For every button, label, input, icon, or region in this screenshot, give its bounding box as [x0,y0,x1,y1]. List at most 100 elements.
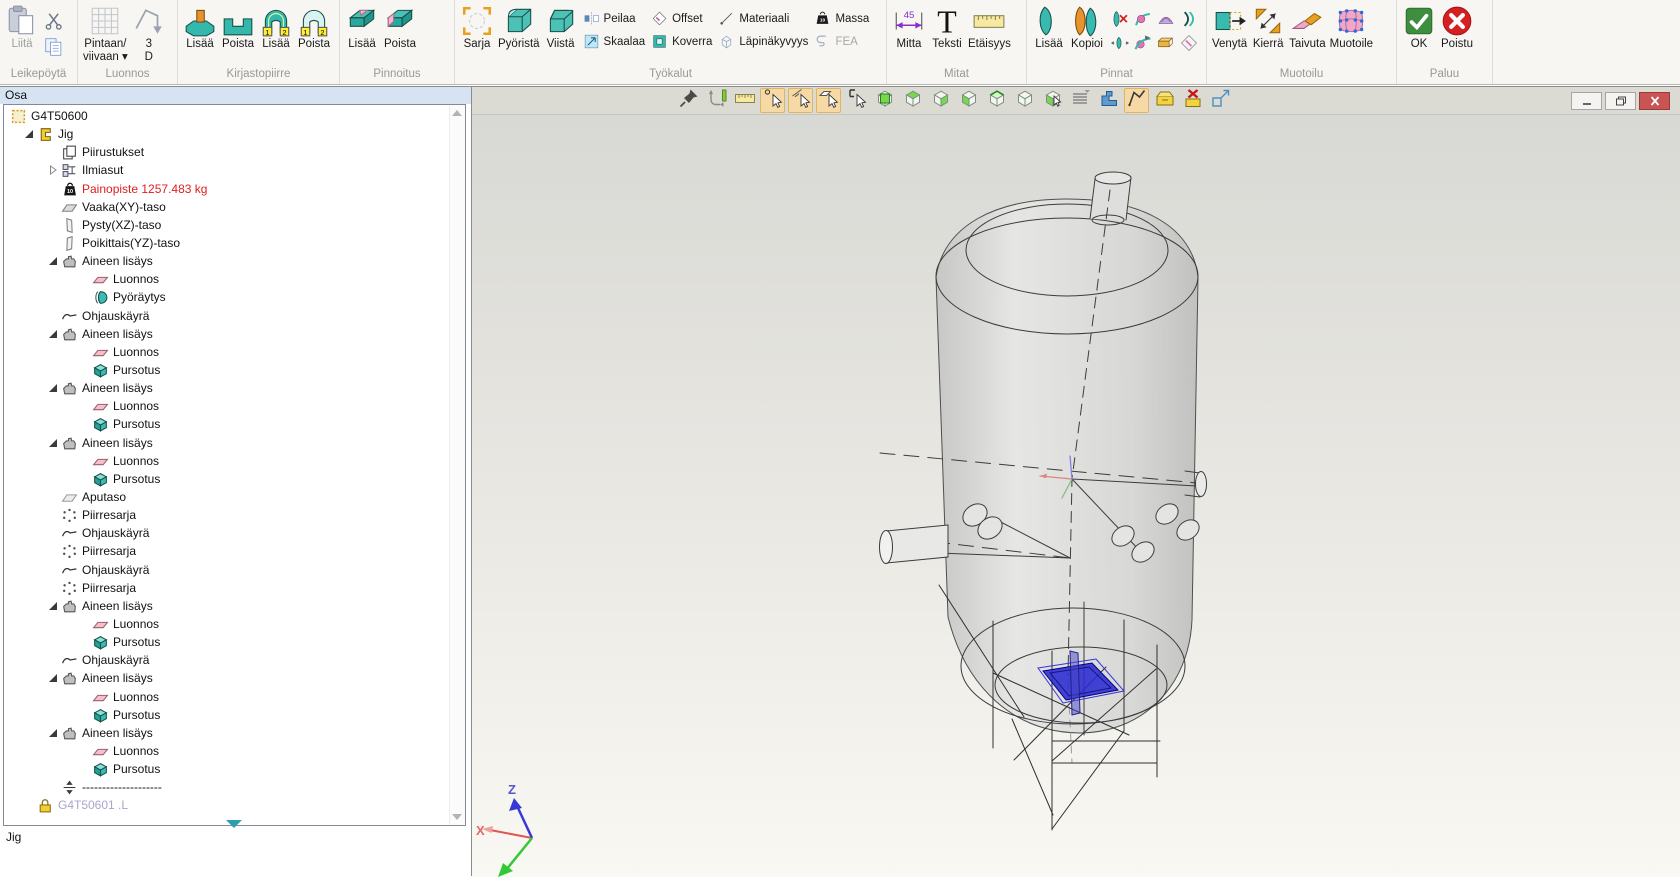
tree-item[interactable]: -------------------- [4,778,449,796]
cube-left-button[interactable] [956,88,981,113]
expander-icon[interactable] [48,328,61,339]
shell-button[interactable]: Koverra [651,32,712,51]
surface-next-button[interactable] [1179,9,1199,29]
pick-edge-button[interactable] [844,88,869,113]
series-button[interactable]: Sarja [458,3,496,52]
coat-add-button[interactable]: Lisää [343,3,381,52]
tree-item[interactable]: Ohjauskäyrä [4,524,449,542]
tree-item[interactable]: Ohjauskäyrä [4,651,449,669]
tree-item[interactable]: Vaaka(XY)-taso [4,198,449,216]
expander-icon[interactable] [48,437,61,448]
lib-add-button[interactable]: Lisää [181,3,219,52]
tree-item[interactable]: Aineen lisäys [4,724,449,742]
dimension-button[interactable]: 45Mitta [890,3,928,52]
surface-add-button[interactable]: Lisää [1030,3,1068,52]
tree-item[interactable]: Aineen lisäys [4,252,449,270]
tree-item[interactable]: Pursotus [4,706,449,724]
tree-item[interactable]: Poikittais(YZ)-taso [4,234,449,252]
tree-scrollbar[interactable] [449,105,465,825]
tree-item[interactable]: Ohjauskäyrä [4,561,449,579]
surface-fillet-button[interactable] [1133,9,1153,29]
nozzle-left-stub[interactable] [880,525,949,564]
tree-item[interactable]: Pursotus [4,415,449,433]
drag-axes-button[interactable] [704,88,729,113]
tree-item[interactable]: Piirresarja [4,506,449,524]
tree-item[interactable]: Aineen lisäys [4,379,449,397]
delete-box-button[interactable] [1180,88,1205,113]
coat-remove-button[interactable]: Poista [381,3,419,52]
3d-scene[interactable]: X Z [472,115,1680,877]
stretch-button[interactable]: Venytä [1210,3,1249,52]
top-nozzle[interactable] [1090,172,1131,225]
cube-back-button[interactable] [984,88,1009,113]
tree-item[interactable]: Pursotus [4,633,449,651]
deform-button[interactable]: Muotoile [1328,3,1375,52]
surface-erase-button[interactable] [1179,33,1199,53]
ok-check-button[interactable]: OK [1400,3,1438,52]
fillet-round-button[interactable]: Pyöristä [496,3,542,52]
expander-icon[interactable] [48,727,61,738]
tree-item[interactable]: Aputaso [4,488,449,506]
expander-icon[interactable] [24,129,37,140]
chamfer-button[interactable]: Viistä [542,3,580,52]
material-button[interactable]: Materiaali [718,9,808,28]
tree-item[interactable]: G4T50601 .L [4,796,449,814]
tree-item[interactable]: Aineen lisäys [4,325,449,343]
text-button[interactable]: TTeksti [928,3,966,52]
measure-ruler-button[interactable] [732,88,757,113]
tree-item[interactable]: Luonnos [4,270,449,288]
tree-item[interactable]: Ilmiasut [4,161,449,179]
scroll-up-icon[interactable] [452,110,462,116]
expander-icon[interactable] [48,383,61,394]
tree-item[interactable]: Pyöräytys [4,288,449,306]
cube-iso-button[interactable] [1012,88,1037,113]
polyline-button[interactable] [1124,88,1149,113]
tree-item[interactable]: Aineen lisäys [4,434,449,452]
surface-patch-button[interactable] [1156,9,1176,29]
tree-item[interactable]: Pursotus [4,361,449,379]
lib-remove-button[interactable]: Poista [219,3,257,52]
edge-list-button[interactable] [1068,88,1093,113]
grid-button[interactable]: Pintaan/ viivaan ▾ [81,3,130,65]
restore-button[interactable] [1605,92,1636,110]
drawer-button[interactable] [1152,88,1177,113]
lib-arch-remove-button[interactable]: 12Poista [295,3,333,52]
pushpin-button[interactable] [676,88,701,113]
surface-delete-button[interactable] [1110,9,1130,29]
cube-select-face-button[interactable] [1040,88,1065,113]
scale-button[interactable]: Skaalaa [583,32,646,51]
expander-icon[interactable] [48,600,61,611]
copy-button[interactable] [43,36,65,58]
panel-splitter-handle[interactable] [226,820,242,828]
mass-button[interactable]: 10Massa [814,9,869,28]
pick-line-button[interactable] [788,88,813,113]
expander-icon[interactable] [48,256,61,267]
pick-point-button[interactable] [760,88,785,113]
surface-round-button[interactable] [1133,33,1153,53]
tree-item[interactable]: Pursotus [4,470,449,488]
mirror-button[interactable]: Peilaa [583,9,646,28]
bend-button[interactable]: Taivuta [1287,3,1327,52]
lib-arch-add-button[interactable]: 12Lisää [257,3,295,52]
swap-window-button[interactable] [1208,88,1233,113]
minimize-button[interactable] [1571,92,1602,110]
blue-steps-button[interactable] [1096,88,1121,113]
exit-x-button[interactable]: Poistu [1438,3,1476,52]
tree-item[interactable]: Piirustukset [4,143,449,161]
tree-item[interactable]: Luonnos [4,343,449,361]
offset-button[interactable]: Offset [651,9,712,28]
tree-item[interactable]: Ohjauskäyrä [4,307,449,325]
surface-extend-button[interactable] [1156,33,1176,53]
ruler-button[interactable]: Etäisyys [966,3,1013,52]
tree-item[interactable]: G4T50600 [4,107,449,125]
vessel-shell[interactable] [936,199,1198,733]
tree-item[interactable]: Luonnos [4,688,449,706]
surface-move-button[interactable] [1110,33,1130,53]
tree-item[interactable]: Piirresarja [4,579,449,597]
cube-top-button[interactable] [900,88,925,113]
cube-face-button[interactable] [872,88,897,113]
transparency-button[interactable]: Läpinäkyvyys [718,32,808,51]
3d-canvas[interactable]: X Z [472,115,1680,876]
expander-icon[interactable] [48,165,61,176]
tree-item[interactable]: 10Painopiste 1257.483 kg [4,180,449,198]
